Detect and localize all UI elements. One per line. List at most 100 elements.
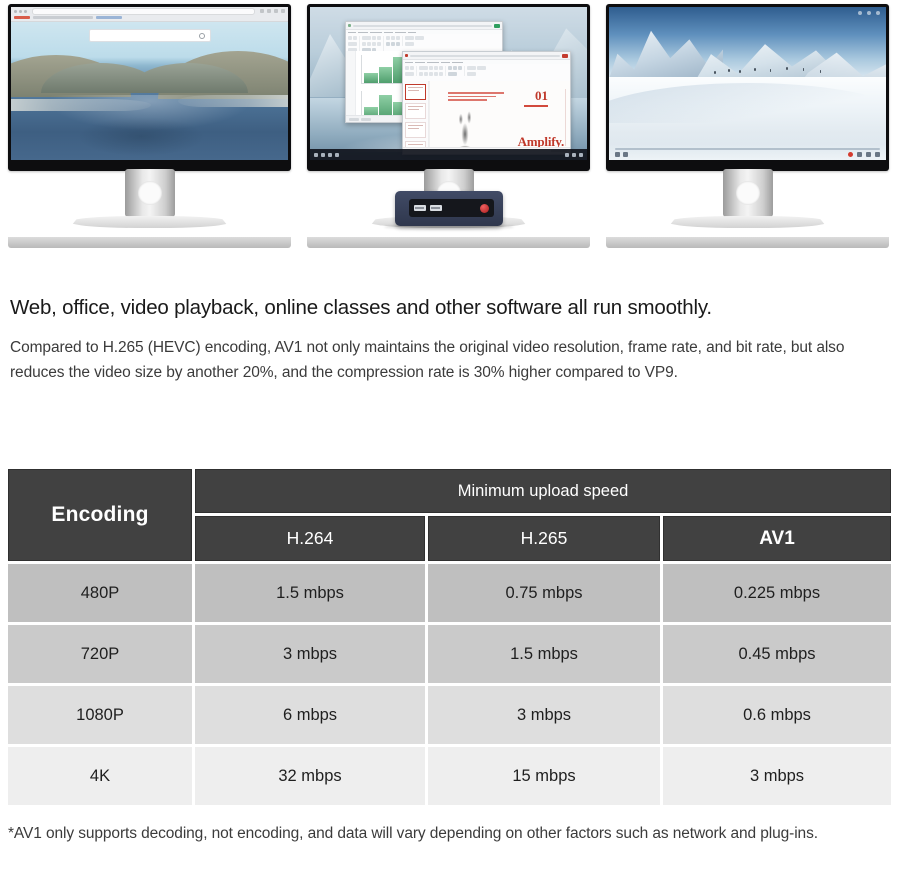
sheet-tab[interactable] [361, 117, 371, 121]
mini-pc [394, 191, 503, 226]
play-icon[interactable] [615, 152, 620, 157]
ribbon-button[interactable] [477, 66, 486, 70]
share-button[interactable] [494, 23, 500, 28]
pip-icon[interactable] [866, 152, 871, 157]
start-icon[interactable] [314, 152, 318, 157]
profile-icon [274, 9, 278, 13]
search-input[interactable] [88, 29, 211, 42]
menu-item[interactable] [358, 31, 368, 33]
ribbon-button[interactable] [391, 42, 395, 46]
ribbon-button[interactable] [410, 66, 414, 70]
present-button[interactable] [562, 53, 568, 58]
taskview-icon[interactable] [328, 152, 332, 157]
ribbon-button[interactable] [353, 36, 357, 40]
slide-edge-rule [565, 89, 566, 146]
video-controls-right[interactable] [848, 152, 880, 157]
ribbon-button[interactable] [377, 42, 381, 46]
ribbon-button[interactable] [434, 66, 438, 70]
bookmark-item [33, 16, 93, 19]
slide-thumbnail[interactable] [405, 103, 426, 119]
menu-item[interactable] [384, 31, 393, 33]
ribbon-button[interactable] [429, 72, 433, 76]
ribbon-button[interactable] [372, 42, 376, 46]
ribbon-group [386, 36, 403, 46]
ribbon-button[interactable] [415, 36, 424, 40]
ribbon-button[interactable] [448, 66, 452, 70]
volume-icon[interactable] [623, 152, 628, 157]
video-progress-bar[interactable] [615, 148, 880, 150]
spreadsheet-title-text [353, 24, 492, 27]
menu-item[interactable] [370, 31, 382, 33]
ribbon-button[interactable] [419, 72, 423, 76]
presentation-ribbon [403, 64, 570, 82]
ribbon-button[interactable] [362, 36, 371, 40]
slide-thumbnail[interactable] [405, 122, 426, 138]
video-controls-left[interactable] [615, 152, 628, 157]
menu-item[interactable] [427, 61, 439, 63]
ribbon-button[interactable] [405, 72, 414, 76]
search-icon[interactable] [321, 152, 325, 157]
ribbon-button[interactable] [453, 66, 457, 70]
ribbon-button[interactable] [448, 72, 457, 76]
slide-thumbnail[interactable] [405, 84, 426, 100]
ribbon-group [467, 66, 488, 76]
ribbon-button[interactable] [367, 42, 371, 46]
ribbon-button[interactable] [348, 36, 352, 40]
ribbon-button[interactable] [362, 42, 366, 46]
cell-h265: 0.75 mbps [428, 564, 660, 622]
menu-item[interactable] [441, 61, 450, 63]
clock-icon[interactable] [579, 152, 583, 157]
quality-icon[interactable] [857, 152, 862, 157]
slide-thumbnail-rail[interactable] [403, 81, 429, 154]
slide-canvas[interactable]: 01 Amplify. [429, 81, 570, 154]
ribbon-button[interactable] [396, 42, 400, 46]
ribbon-button[interactable] [467, 72, 476, 76]
record-icon[interactable] [848, 152, 853, 157]
power-button[interactable] [479, 203, 489, 213]
ribbon-button[interactable] [434, 72, 438, 76]
menu-item[interactable] [405, 61, 413, 63]
ribbon-button[interactable] [396, 36, 400, 40]
ribbon-button[interactable] [458, 66, 462, 70]
right-monitor [598, 0, 897, 248]
bookmark-item [14, 16, 30, 19]
center-monitor-screen: 01 Amplify. [310, 7, 587, 160]
ribbon-button[interactable] [424, 72, 428, 76]
ribbon-button[interactable] [386, 36, 390, 40]
ribbon-button[interactable] [405, 42, 414, 46]
menu-item[interactable] [408, 31, 416, 33]
menu-item[interactable] [415, 61, 425, 63]
center-monitor-bezel: 01 Amplify. [307, 4, 590, 171]
snow-mountain-video [609, 7, 886, 160]
ribbon-button[interactable] [386, 42, 390, 46]
menu-item[interactable] [395, 31, 406, 33]
ribbon-button[interactable] [377, 36, 381, 40]
ribbon-button[interactable] [405, 36, 414, 40]
fullscreen-icon[interactable] [875, 152, 880, 157]
left-monitor-stand-neck [124, 169, 175, 217]
table-head: Encoding Minimum upload speed H.264 H.26… [8, 469, 892, 561]
menu-item[interactable] [348, 31, 356, 33]
cell-av1: 0.225 mbps [663, 564, 892, 622]
network-icon[interactable] [565, 152, 569, 157]
ribbon-button[interactable] [372, 36, 376, 40]
ribbon-button[interactable] [391, 36, 395, 40]
ribbon-button[interactable] [429, 66, 433, 70]
address-bar[interactable] [32, 7, 255, 15]
video-player-controls[interactable] [609, 144, 886, 160]
presentation-window[interactable]: 01 Amplify. [402, 51, 571, 155]
ribbon-button[interactable] [439, 72, 443, 76]
upload-speed-table: Encoding Minimum upload speed H.264 H.26… [5, 466, 894, 808]
ribbon-button[interactable] [405, 66, 409, 70]
taskbar[interactable] [310, 149, 587, 160]
sheet-tab[interactable] [349, 117, 359, 121]
ribbon-button[interactable] [348, 42, 357, 46]
volume-icon[interactable] [572, 152, 576, 157]
ribbon-group [362, 36, 384, 52]
ribbon-button[interactable] [467, 66, 476, 70]
menu-item[interactable] [452, 61, 463, 63]
app-icon[interactable] [335, 152, 339, 157]
water-reflection [11, 95, 288, 160]
ribbon-button[interactable] [419, 66, 428, 70]
ribbon-button[interactable] [439, 66, 443, 70]
